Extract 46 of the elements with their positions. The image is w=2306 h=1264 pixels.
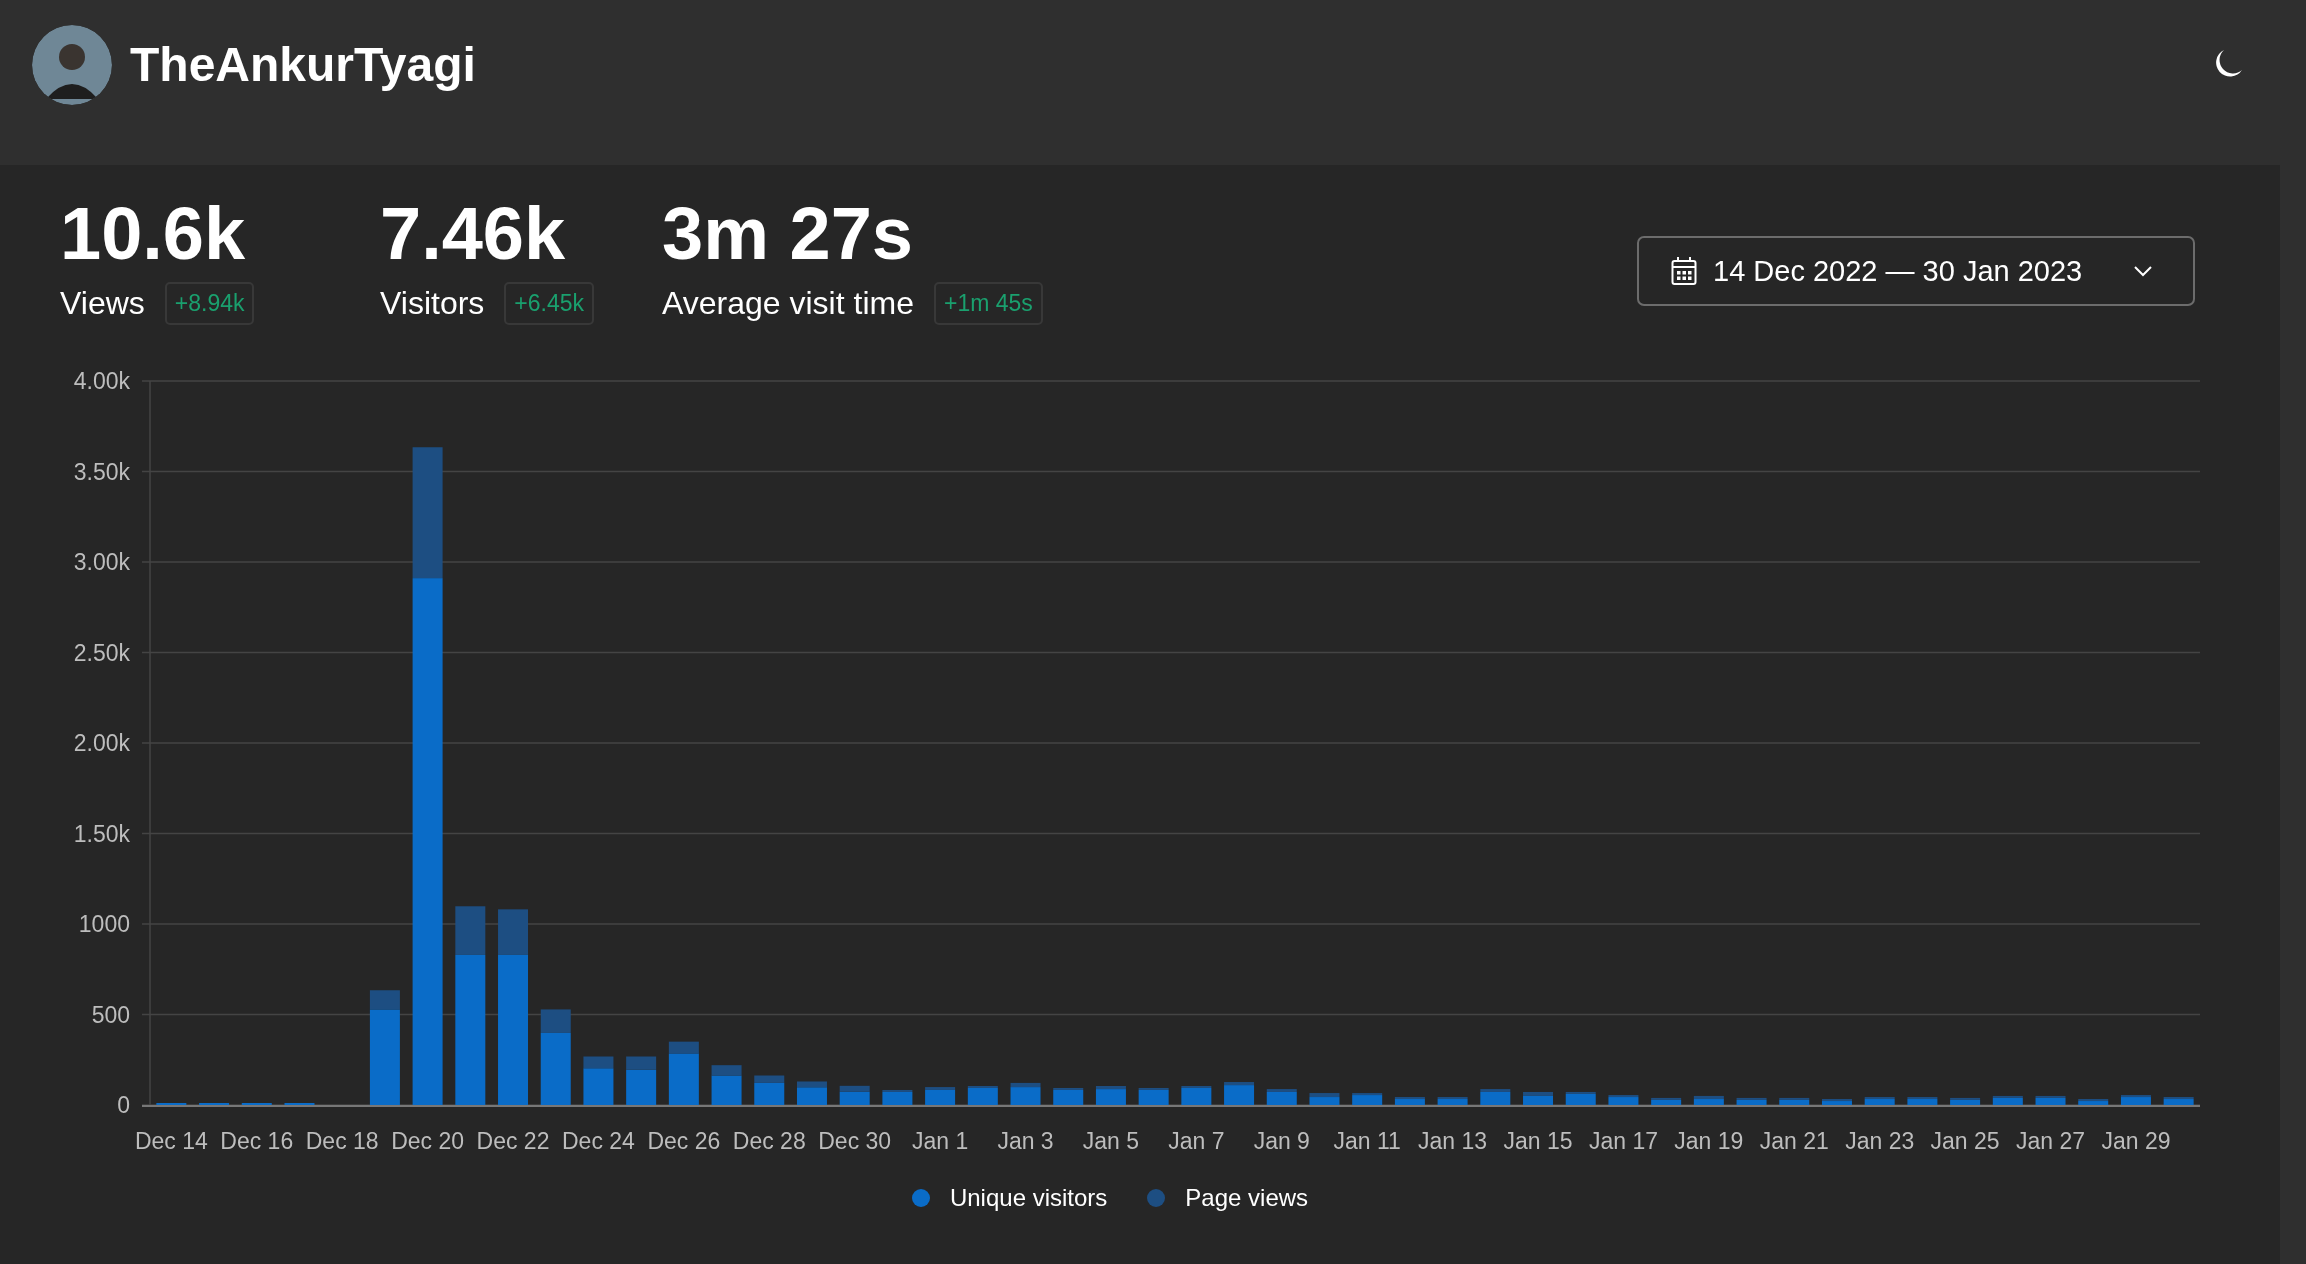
x-axis-label: Jan 27 bbox=[2016, 1128, 2086, 1154]
x-axis-label: Jan 21 bbox=[1759, 1128, 1829, 1154]
x-axis-label: Dec 30 bbox=[818, 1128, 892, 1154]
x-axis-label: Jan 1 bbox=[911, 1128, 969, 1154]
x-axis-label: Jan 3 bbox=[997, 1128, 1054, 1154]
x-axis-label: Jan 15 bbox=[1503, 1128, 1573, 1154]
x-axis-label: Jan 11 bbox=[1333, 1128, 1401, 1154]
x-axis-label: Jan 23 bbox=[1845, 1128, 1915, 1154]
x-axis-label: Dec 24 bbox=[562, 1128, 635, 1154]
date-range-dropdown[interactable]: 14 Dec 2022 — 30 Jan 2023 bbox=[1637, 236, 2195, 306]
x-axis-label: Dec 22 bbox=[476, 1128, 550, 1154]
legend-label[interactable]: Page views bbox=[1185, 1184, 1309, 1212]
change-badge: +6.45k bbox=[504, 282, 595, 326]
x-axis-label: Jan 19 bbox=[1674, 1128, 1744, 1154]
y-axis-label: 3.50k bbox=[73, 458, 130, 485]
x-axis-label: Dec 28 bbox=[732, 1128, 806, 1154]
x-axis-label: Jan 7 bbox=[1168, 1128, 1225, 1154]
stat-label: Visitors bbox=[380, 285, 485, 323]
x-axis-label: Dec 14 bbox=[134, 1128, 208, 1154]
y-axis-label: 2.00k bbox=[73, 730, 130, 756]
x-axis-label: Dec 18 bbox=[305, 1128, 379, 1154]
y-axis-label: 2.50k bbox=[73, 639, 130, 666]
x-axis-label: Jan 17 bbox=[1588, 1128, 1658, 1154]
stat-value: 7.46k bbox=[380, 193, 567, 275]
x-axis-label: Dec 16 bbox=[220, 1128, 294, 1154]
y-axis-label: 1.50k bbox=[73, 820, 130, 847]
x-axis-label: Jan 25 bbox=[1930, 1128, 2000, 1154]
x-axis-label: Jan 9 bbox=[1253, 1128, 1310, 1154]
y-axis-label: 0 bbox=[117, 1092, 130, 1118]
legend-label[interactable]: Unique visitors bbox=[949, 1184, 1108, 1212]
y-axis-label: 3.00k bbox=[73, 549, 130, 575]
x-axis-label: Jan 5 bbox=[1082, 1128, 1140, 1154]
x-axis-label: Dec 26 bbox=[647, 1128, 721, 1154]
x-axis-label: Dec 20 bbox=[391, 1128, 465, 1154]
stat-value: 10.6k bbox=[60, 193, 247, 275]
site-title: TheAnkurTyagi bbox=[130, 37, 476, 92]
stat-label: Average visit time bbox=[662, 285, 914, 323]
change-badge: +1m 45s bbox=[933, 282, 1043, 326]
y-axis-label: 500 bbox=[91, 1001, 130, 1028]
stat-label: Views bbox=[60, 285, 145, 323]
x-axis-label: Jan 13 bbox=[1418, 1128, 1488, 1154]
y-axis-label: 1000 bbox=[78, 911, 130, 937]
stat-value: 3m 27s bbox=[662, 193, 914, 275]
change-badge: +8.94k bbox=[164, 282, 255, 326]
x-axis-label: Jan 29 bbox=[2101, 1128, 2171, 1154]
y-axis-label: 4.00k bbox=[73, 368, 130, 394]
